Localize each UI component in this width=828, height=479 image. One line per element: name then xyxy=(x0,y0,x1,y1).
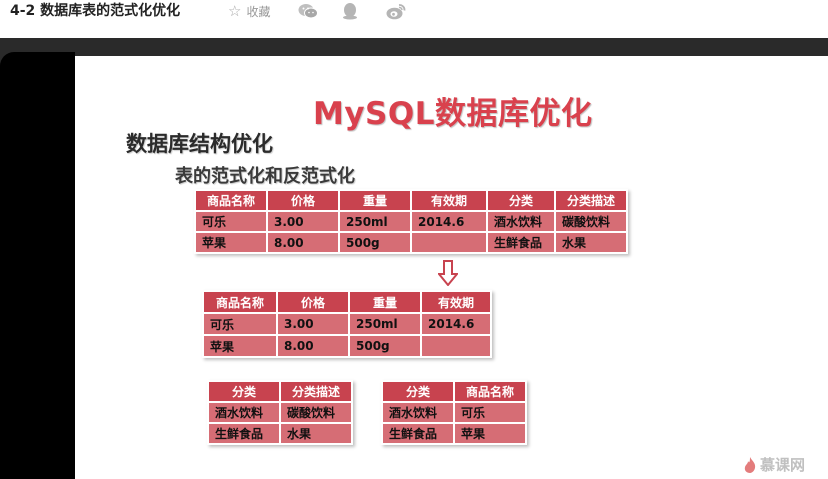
table-cell: 水果 xyxy=(281,424,351,443)
table-cell: 500g xyxy=(340,233,410,252)
table-cell: 可乐 xyxy=(204,314,276,334)
slide-title: MySQL数据库优化 xyxy=(313,96,593,132)
table-cell: 3.00 xyxy=(268,212,338,231)
down-arrow-icon xyxy=(438,260,458,286)
table-cell: 可乐 xyxy=(196,212,266,231)
table-header-cell: 分类描述 xyxy=(281,382,351,401)
table-row: 苹果 8.00 500g 生鲜食品 水果 xyxy=(196,233,626,252)
product-table: 商品名称 价格 重量 有效期 可乐 3.00 250ml 2014.6 苹果 8… xyxy=(202,290,492,358)
video-letterbox xyxy=(0,52,75,479)
category-table: 分类 分类描述 酒水饮料 碳酸饮料 生鲜食品 水果 xyxy=(207,380,353,445)
table-header-row: 分类 分类描述 xyxy=(209,382,351,401)
table-header-cell: 分类描述 xyxy=(556,191,626,210)
table-cell: 2014.6 xyxy=(412,212,486,231)
wechat-icon xyxy=(298,4,318,19)
table-cell: 500g xyxy=(350,336,420,356)
table-header-row: 商品名称 价格 重量 有效期 xyxy=(204,292,490,312)
table-header-row: 分类 商品名称 xyxy=(383,382,525,401)
table-header-cell: 分类 xyxy=(488,191,554,210)
category-product-table: 分类 商品名称 酒水饮料 可乐 生鲜食品 苹果 xyxy=(381,380,527,445)
table-row: 可乐 3.00 250ml 2014.6 xyxy=(204,314,490,334)
table-header-cell: 有效期 xyxy=(412,191,486,210)
table-cell: 2014.6 xyxy=(422,314,490,334)
flame-icon xyxy=(744,456,756,473)
qq-icon xyxy=(343,3,357,20)
table-cell: 水果 xyxy=(556,233,626,252)
slide-heading: 数据库结构优化 xyxy=(126,132,273,156)
table-header-cell: 重量 xyxy=(350,292,420,312)
table-header-cell: 价格 xyxy=(268,191,338,210)
weibo-icon xyxy=(386,3,406,19)
watermark-text: 慕课网 xyxy=(760,456,806,474)
share-weibo-button[interactable] xyxy=(386,1,406,21)
table-cell xyxy=(422,336,490,356)
table-header-row: 商品名称 价格 重量 有效期 分类 分类描述 xyxy=(196,191,626,210)
table-cell: 酒水饮料 xyxy=(383,403,453,422)
table-row: 可乐 3.00 250ml 2014.6 酒水饮料 碳酸饮料 xyxy=(196,212,626,231)
main-table: 商品名称 价格 重量 有效期 分类 分类描述 可乐 3.00 250ml 201… xyxy=(194,189,628,254)
table-cell: 3.00 xyxy=(278,314,348,334)
table-cell: 酒水饮料 xyxy=(209,403,279,422)
table-cell: 250ml xyxy=(350,314,420,334)
table-cell: 酒水饮料 xyxy=(488,212,554,231)
table-cell: 苹果 xyxy=(196,233,266,252)
table-cell: 8.00 xyxy=(268,233,338,252)
slide-subheading: 表的范式化和反范式化 xyxy=(175,166,355,187)
table-cell: 苹果 xyxy=(455,424,525,443)
table-header-cell: 分类 xyxy=(383,382,453,401)
table-cell: 生鲜食品 xyxy=(383,424,453,443)
table-header-cell: 商品名称 xyxy=(196,191,266,210)
table-header-cell: 商品名称 xyxy=(204,292,276,312)
table-row: 酒水饮料 可乐 xyxy=(383,403,525,422)
table-header-cell: 商品名称 xyxy=(455,382,525,401)
table-row: 酒水饮料 碳酸饮料 xyxy=(209,403,351,422)
table-cell: 可乐 xyxy=(455,403,525,422)
table-header-cell: 分类 xyxy=(209,382,279,401)
watermark-logo: 慕课网 xyxy=(743,454,805,475)
slide: MySQL数据库优化 数据库结构优化 表的范式化和反范式化 商品名称 价格 重量… xyxy=(75,56,828,479)
page-header: 4-2 数据库表的范式化优化 ☆ 收藏 xyxy=(0,0,828,38)
favorite-button[interactable]: ☆ 收藏 xyxy=(228,1,270,21)
table-cell: 生鲜食品 xyxy=(209,424,279,443)
table-header-cell: 价格 xyxy=(278,292,348,312)
table-row: 生鲜食品 水果 xyxy=(209,424,351,443)
table-cell: 苹果 xyxy=(204,336,276,356)
favorite-label: 收藏 xyxy=(246,4,271,19)
table-header-cell: 有效期 xyxy=(422,292,490,312)
table-row: 生鲜食品 苹果 xyxy=(383,424,525,443)
table-cell: 碳酸饮料 xyxy=(281,403,351,422)
table-cell: 8.00 xyxy=(278,336,348,356)
table-row: 苹果 8.00 500g xyxy=(204,336,490,356)
table-header-cell: 重量 xyxy=(340,191,410,210)
table-cell xyxy=(412,233,486,252)
table-cell: 250ml xyxy=(340,212,410,231)
share-wechat-button[interactable] xyxy=(298,1,318,21)
star-icon: ☆ xyxy=(228,2,242,20)
table-cell: 生鲜食品 xyxy=(488,233,554,252)
share-qq-button[interactable] xyxy=(342,1,358,21)
table-cell: 碳酸饮料 xyxy=(556,212,626,231)
page-title: 4-2 数据库表的范式化优化 xyxy=(10,3,181,19)
